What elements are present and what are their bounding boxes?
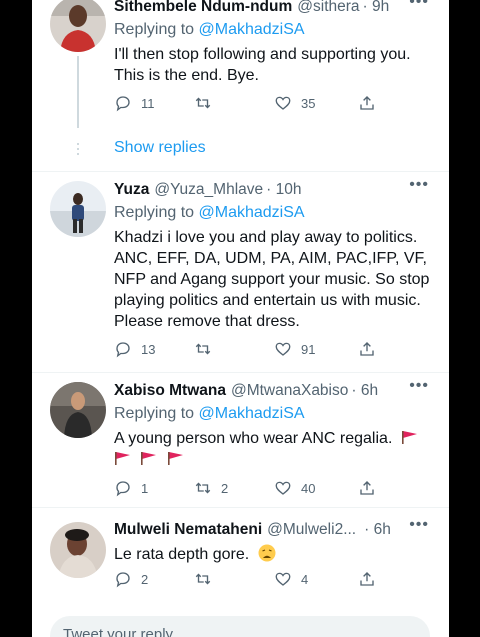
avatar[interactable] (50, 181, 106, 237)
retweet-count: 2 (221, 480, 229, 496)
reply-icon (116, 342, 130, 358)
left-dark-margin (0, 0, 32, 637)
author-name[interactable]: Xabiso Mtwana (114, 381, 226, 401)
thread-dots (76, 140, 80, 158)
replying-to-label: Replying to (114, 204, 195, 221)
retweet-button[interactable] (194, 92, 221, 114)
red-flag-icon (167, 452, 183, 465)
heart-icon (275, 96, 291, 110)
author-handle[interactable]: @sithera (297, 0, 359, 17)
reply-count: 13 (141, 341, 156, 357)
tweet-time[interactable]: · 6h (351, 381, 378, 401)
author-handle[interactable]: @Yuza_Mhlave (154, 180, 263, 200)
more-options-icon[interactable]: ••• (409, 176, 429, 194)
retweet-icon (195, 343, 211, 355)
show-replies-link[interactable]: Show replies (114, 139, 206, 157)
tweet-actions: 11 35 (114, 92, 394, 114)
reply-input-placeholder[interactable]: Tweet your reply (63, 626, 173, 637)
reply-thread-panel: Sithembele Ndum-ndum @sithera · 9h ••• R… (32, 0, 449, 637)
share-button[interactable] (358, 477, 376, 499)
avatar[interactable] (50, 522, 106, 578)
like-count: 35 (301, 95, 316, 111)
red-flag-icon (115, 452, 130, 465)
reply-count: 2 (141, 571, 149, 587)
author-handle[interactable]: @Mulweli2... (267, 520, 356, 540)
reply-button[interactable]: 13 (114, 338, 155, 360)
more-options-icon[interactable]: ••• (409, 516, 429, 534)
share-button[interactable] (358, 338, 376, 360)
more-options-icon[interactable]: ••• (409, 377, 429, 395)
replying-to-label: Replying to (114, 405, 195, 422)
share-icon (360, 572, 374, 586)
retweet-icon (195, 573, 211, 585)
replying-to-label: Replying to (114, 21, 195, 38)
more-options-icon[interactable]: ••• (409, 0, 429, 11)
reply-icon (116, 96, 130, 112)
replying-to: Replying to @MakhadziSA (114, 404, 441, 424)
thread-line (77, 56, 79, 128)
tweet-text-block: Le rata depth gore. (114, 544, 441, 565)
heart-icon (275, 572, 291, 586)
tweet-text: Khadzi i love you and play away to polit… (114, 229, 430, 330)
reply-button[interactable]: 11 (114, 92, 155, 114)
reply-button[interactable]: 1 (114, 477, 148, 499)
retweet-icon (195, 97, 211, 109)
tweet-reply[interactable]: Sithembele Ndum-ndum @sithera · 9h ••• R… (32, 0, 449, 134)
tweet-actions: 2 4 (114, 568, 394, 590)
reply-count: 1 (141, 480, 149, 496)
like-button[interactable]: 91 (274, 338, 315, 360)
reply-icon (116, 572, 130, 588)
avatar[interactable] (50, 0, 106, 52)
reply-button[interactable]: 2 (114, 568, 148, 590)
author-handle[interactable]: @MtwanaXabiso (231, 381, 348, 401)
tweet-text-block: A young person who wear ANC regalia. (114, 428, 441, 470)
share-icon (360, 481, 374, 495)
retweet-button[interactable]: 2 (194, 477, 228, 499)
mention-link[interactable]: @MakhadziSA (199, 405, 305, 422)
red-flag-icon (401, 431, 417, 444)
red-flag-icon (141, 452, 157, 465)
replying-to: Replying to @MakhadziSA (114, 20, 441, 40)
show-replies-row[interactable]: Show replies (32, 134, 449, 164)
share-button[interactable] (358, 92, 376, 114)
retweet-icon (195, 482, 211, 494)
tweet-text: A young person who wear ANC regalia. (114, 430, 393, 447)
tweet-time[interactable]: · 6h (364, 520, 391, 540)
like-button[interactable]: 35 (274, 92, 315, 114)
author-name[interactable]: Mulweli Nemataheni (114, 520, 262, 540)
tweet-reply[interactable]: Xabiso Mtwana @MtwanaXabiso · 6h ••• Rep… (32, 373, 449, 507)
tweet-actions: 1 2 40 (114, 477, 394, 499)
replying-to: Replying to @MakhadziSA (114, 203, 441, 223)
like-count: 4 (301, 571, 309, 587)
retweet-button[interactable] (194, 338, 221, 360)
author-name[interactable]: Yuza (114, 180, 149, 200)
reply-icon (116, 481, 130, 497)
mention-link[interactable]: @MakhadziSA (199, 21, 305, 38)
avatar[interactable] (50, 382, 106, 438)
like-count: 91 (301, 341, 316, 357)
mention-link[interactable]: @MakhadziSA (199, 204, 305, 221)
share-icon (360, 96, 374, 110)
tweet-text: Le rata depth gore. (114, 546, 250, 563)
tweet-reply[interactable]: Mulweli Nemataheni @Mulweli2... · 6h •••… (32, 508, 449, 608)
author-name[interactable]: Sithembele Ndum-ndum (114, 0, 292, 17)
tweet-reply[interactable]: Yuza @Yuza_Mhlave · 10h ••• Replying to … (32, 172, 449, 372)
tweet-actions: 13 91 (114, 338, 394, 360)
weary-face-icon (258, 544, 276, 562)
like-count: 40 (301, 480, 316, 496)
right-dark-margin (449, 0, 480, 637)
heart-icon (275, 342, 291, 356)
reply-composer[interactable]: Tweet your reply (50, 616, 430, 637)
like-button[interactable]: 4 (274, 568, 308, 590)
tweet-text: I'll then stop following and supporting … (114, 46, 411, 84)
reply-count: 11 (141, 95, 155, 111)
heart-icon (275, 481, 291, 495)
share-icon (360, 342, 374, 356)
retweet-button[interactable] (194, 568, 221, 590)
tweet-time[interactable]: · 9h (363, 0, 390, 17)
tweet-time[interactable]: · 10h (266, 180, 301, 200)
share-button[interactable] (358, 568, 376, 590)
like-button[interactable]: 40 (274, 477, 315, 499)
